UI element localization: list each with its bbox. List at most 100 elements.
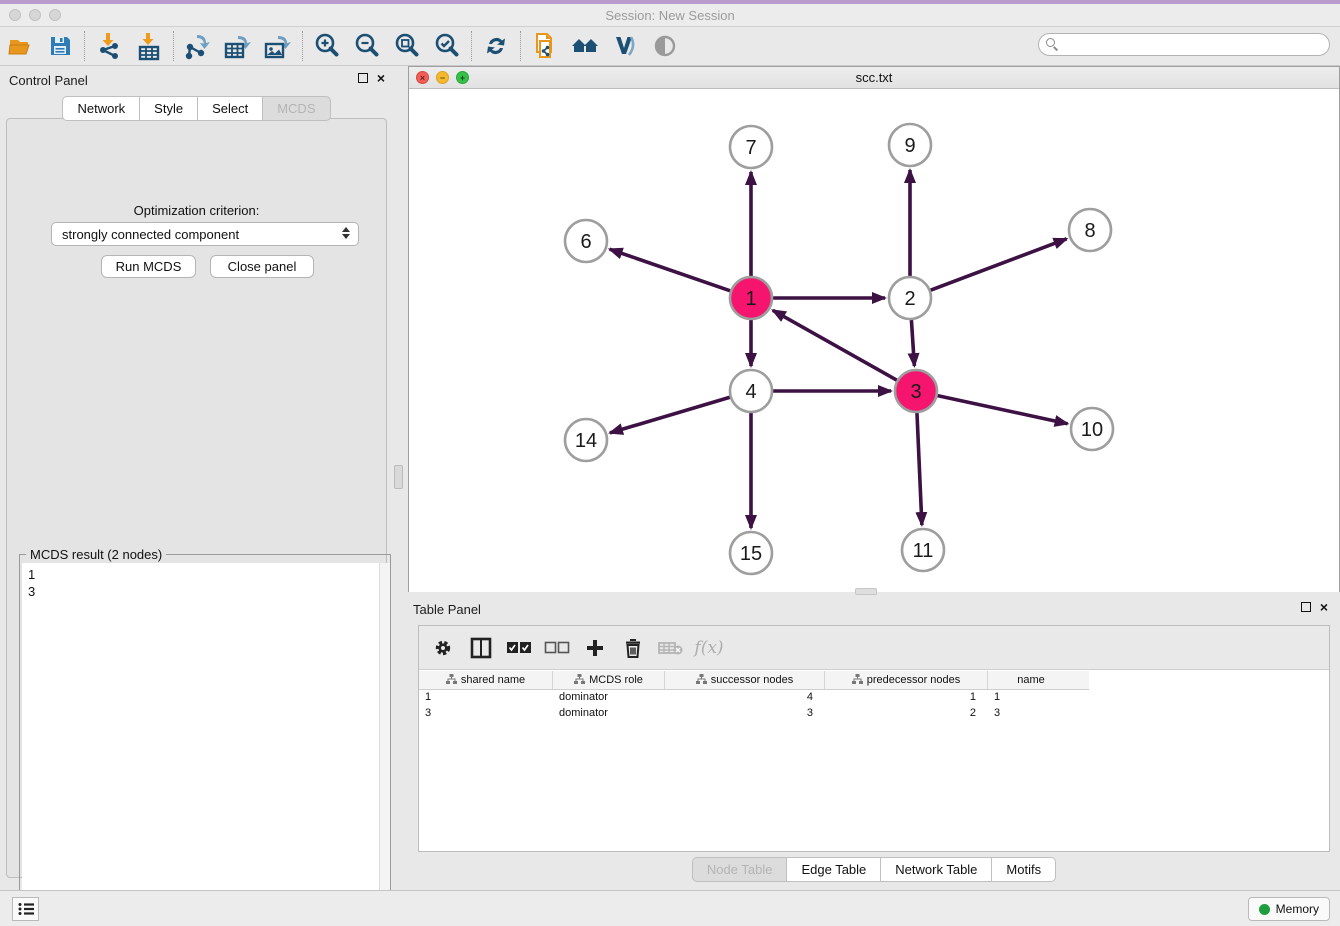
export-network-icon[interactable]: [178, 29, 218, 63]
node-table[interactable]: shared nameMCDS rolesuccessor nodesprede…: [419, 671, 1089, 722]
tab-network-table[interactable]: Network Table: [880, 857, 991, 882]
svg-text:1: 1: [745, 288, 756, 310]
float-panel-icon[interactable]: [358, 73, 368, 83]
tab-style[interactable]: Style: [139, 96, 197, 121]
table-cell[interactable]: 1: [825, 690, 988, 706]
table-cell[interactable]: 1: [988, 690, 1074, 706]
table-cell[interactable]: 3: [988, 706, 1074, 722]
cybrowser-home-icon[interactable]: [565, 29, 605, 63]
svg-text:10: 10: [1081, 419, 1103, 441]
tab-mcds[interactable]: MCDS: [262, 96, 330, 121]
edge-1-6[interactable]: [610, 249, 731, 291]
unselect-all-icon[interactable]: [541, 631, 573, 665]
table-row[interactable]: 3dominator323: [419, 706, 1089, 722]
show-column-icon[interactable]: [465, 631, 497, 665]
result-scrollbar[interactable]: [379, 563, 390, 926]
close-table-panel-icon[interactable]: ×: [1320, 602, 1328, 612]
svg-text:8: 8: [1084, 220, 1095, 242]
mcds-result-list[interactable]: 13: [22, 563, 390, 926]
node-6[interactable]: 6: [565, 220, 607, 262]
zoom-in-icon[interactable]: [307, 29, 347, 63]
delete-row-trash-icon[interactable]: [617, 631, 649, 665]
table-row[interactable]: 1dominator411: [419, 690, 1089, 706]
memory-button[interactable]: Memory: [1248, 897, 1330, 921]
zoom-out-icon[interactable]: [347, 29, 387, 63]
close-panel-icon[interactable]: ×: [377, 73, 385, 83]
edge-2-3[interactable]: [911, 320, 914, 366]
table-cell[interactable]: 4: [665, 690, 825, 706]
mcds-result-group: MCDS result (2 nodes) 13: [19, 554, 391, 926]
tab-edge-table[interactable]: Edge Table: [786, 857, 880, 882]
node-2[interactable]: 2: [889, 277, 931, 319]
table-panel-body: f(x) shared nameMCDS rolesuccessor nodes…: [418, 625, 1330, 852]
edge-2-8[interactable]: [931, 239, 1067, 290]
function-builder-icon[interactable]: f(x): [693, 631, 725, 665]
add-row-icon[interactable]: [579, 631, 611, 665]
node-11[interactable]: 11: [902, 529, 944, 571]
search-input[interactable]: [1038, 33, 1330, 56]
svg-text:2: 2: [904, 288, 915, 310]
tab-select[interactable]: Select: [197, 96, 262, 121]
column-header-MCDS-role[interactable]: MCDS role: [553, 671, 665, 689]
column-header-shared-name[interactable]: shared name: [419, 671, 553, 689]
network-canvas[interactable]: 7 9 6 8 1 2 4 3 14 10 15 11: [409, 89, 1339, 592]
edge-3-1[interactable]: [773, 310, 897, 380]
table-cell[interactable]: 3: [665, 706, 825, 722]
node-1[interactable]: 1: [730, 277, 772, 319]
open-session-icon[interactable]: [0, 29, 40, 63]
node-7[interactable]: 7: [730, 126, 772, 168]
copy-network-icon[interactable]: [525, 29, 565, 63]
delete-column-icon[interactable]: [655, 631, 687, 665]
network-view-window: × − + scc.txt 7 9 6 8 1 2 4 3 14 10 15 11: [408, 66, 1340, 592]
edge-3-10[interactable]: [938, 396, 1068, 424]
export-table-icon[interactable]: [218, 29, 258, 63]
table-cell[interactable]: 2: [825, 706, 988, 722]
run-mcds-button[interactable]: Run MCDS: [101, 255, 196, 278]
main-toolbar: [0, 27, 1340, 66]
result-line: 3: [28, 583, 384, 600]
edge-4-14[interactable]: [610, 397, 730, 433]
optimization-criterion-value: strongly connected component: [62, 227, 239, 242]
vizmapper-icon[interactable]: [605, 29, 645, 63]
table-cell[interactable]: 3: [419, 706, 553, 722]
node-14[interactable]: 14: [565, 419, 607, 461]
close-panel-button[interactable]: Close panel: [210, 255, 314, 278]
table-cell[interactable]: 1: [419, 690, 553, 706]
table-cell[interactable]: dominator: [553, 706, 665, 722]
column-header-name[interactable]: name: [988, 671, 1074, 689]
control-panel-tabs: NetworkStyleSelectMCDS: [0, 96, 393, 121]
tab-motifs[interactable]: Motifs: [991, 857, 1056, 882]
node-9[interactable]: 9: [889, 124, 931, 166]
node-10[interactable]: 10: [1071, 408, 1113, 450]
node-3[interactable]: 3: [895, 370, 937, 412]
panel-splitter-grip[interactable]: [394, 465, 403, 489]
table-header-row[interactable]: shared nameMCDS rolesuccessor nodesprede…: [419, 671, 1089, 690]
import-table-icon[interactable]: [129, 29, 169, 63]
table-cell[interactable]: dominator: [553, 690, 665, 706]
zoom-fit-icon[interactable]: [387, 29, 427, 63]
optimization-criterion-select[interactable]: strongly connected component: [51, 222, 359, 246]
result-line: 1: [28, 566, 384, 583]
network-window-titlebar[interactable]: × − + scc.txt: [409, 67, 1339, 89]
settings-gear-icon[interactable]: [427, 631, 459, 665]
zoom-selected-icon[interactable]: [427, 29, 467, 63]
column-header-predecessor-nodes[interactable]: predecessor nodes: [825, 671, 988, 689]
table-panel-header: Table Panel ×: [408, 595, 1340, 621]
task-history-button[interactable]: [12, 897, 39, 921]
network-scrollbar-grip[interactable]: [855, 588, 877, 595]
import-network-icon[interactable]: [89, 29, 129, 63]
select-all-icon[interactable]: [503, 631, 535, 665]
export-image-icon[interactable]: [258, 29, 298, 63]
node-4[interactable]: 4: [730, 370, 772, 412]
float-table-panel-icon[interactable]: [1301, 602, 1311, 612]
node-15[interactable]: 15: [730, 532, 772, 574]
refresh-icon[interactable]: [476, 29, 516, 63]
node-8[interactable]: 8: [1069, 209, 1111, 251]
column-header-successor-nodes[interactable]: successor nodes: [665, 671, 825, 689]
hide-panel-eye-icon[interactable]: [645, 29, 685, 63]
tab-network[interactable]: Network: [62, 96, 139, 121]
save-session-icon[interactable]: [40, 29, 80, 63]
tab-node-table[interactable]: Node Table: [692, 857, 787, 882]
control-panel: Control Panel × NetworkStyleSelectMCDS O…: [0, 66, 393, 892]
edge-3-11[interactable]: [917, 413, 922, 525]
